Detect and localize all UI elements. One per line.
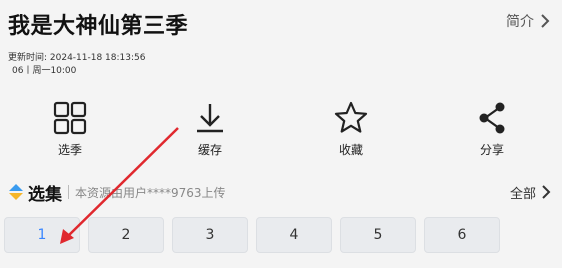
download-label: 缓存 — [197, 143, 222, 157]
page-title: 我是大神仙第三季 — [8, 14, 189, 39]
episode-button-4[interactable]: 4 — [256, 217, 332, 253]
download-button[interactable]: 缓存 — [170, 100, 250, 158]
update-schedule: 06丨周一10:00 — [12, 66, 77, 76]
section-divider — [68, 185, 69, 199]
action-bar: 选季 缓存 收藏 分享 — [0, 100, 562, 164]
chevron-right-icon — [542, 185, 551, 199]
favorite-button[interactable]: 收藏 — [311, 100, 391, 158]
intro-label: 简介 — [506, 14, 534, 30]
episode-button-1[interactable]: 1 — [4, 217, 80, 253]
episode-section-header: 选集 本资源由用户****9763上传 全部 — [8, 180, 552, 205]
intro-button[interactable]: 简介 — [506, 11, 552, 31]
grid-icon — [53, 101, 87, 135]
episode-button-2[interactable]: 2 — [88, 217, 164, 253]
share-icon — [479, 102, 505, 134]
episode-button-3[interactable]: 3 — [172, 217, 248, 253]
update-info: 更新时间: 2024-11-18 18:13:56 06丨周一10:00 — [8, 52, 145, 78]
share-label: 分享 — [479, 143, 504, 157]
episodes-logo-icon — [9, 184, 23, 200]
download-icon — [197, 104, 223, 133]
all-episodes-button[interactable]: 全部 — [510, 183, 552, 202]
uploader-note: 本资源由用户****9763上传 — [75, 185, 226, 200]
share-button[interactable]: 分享 — [452, 100, 532, 158]
favorite-label: 收藏 — [338, 143, 363, 157]
select-season-label: 选季 — [57, 143, 82, 157]
select-season-button[interactable]: 选季 — [30, 100, 110, 158]
all-episodes-label: 全部 — [509, 186, 536, 202]
episode-button-5[interactable]: 5 — [340, 217, 416, 253]
star-icon — [334, 101, 368, 133]
chevron-right-icon — [541, 14, 550, 28]
episodes-heading: 选集 — [28, 184, 62, 205]
episode-button-6[interactable]: 6 — [424, 217, 500, 253]
update-time: 更新时间: 2024-11-18 18:13:56 — [8, 53, 146, 63]
